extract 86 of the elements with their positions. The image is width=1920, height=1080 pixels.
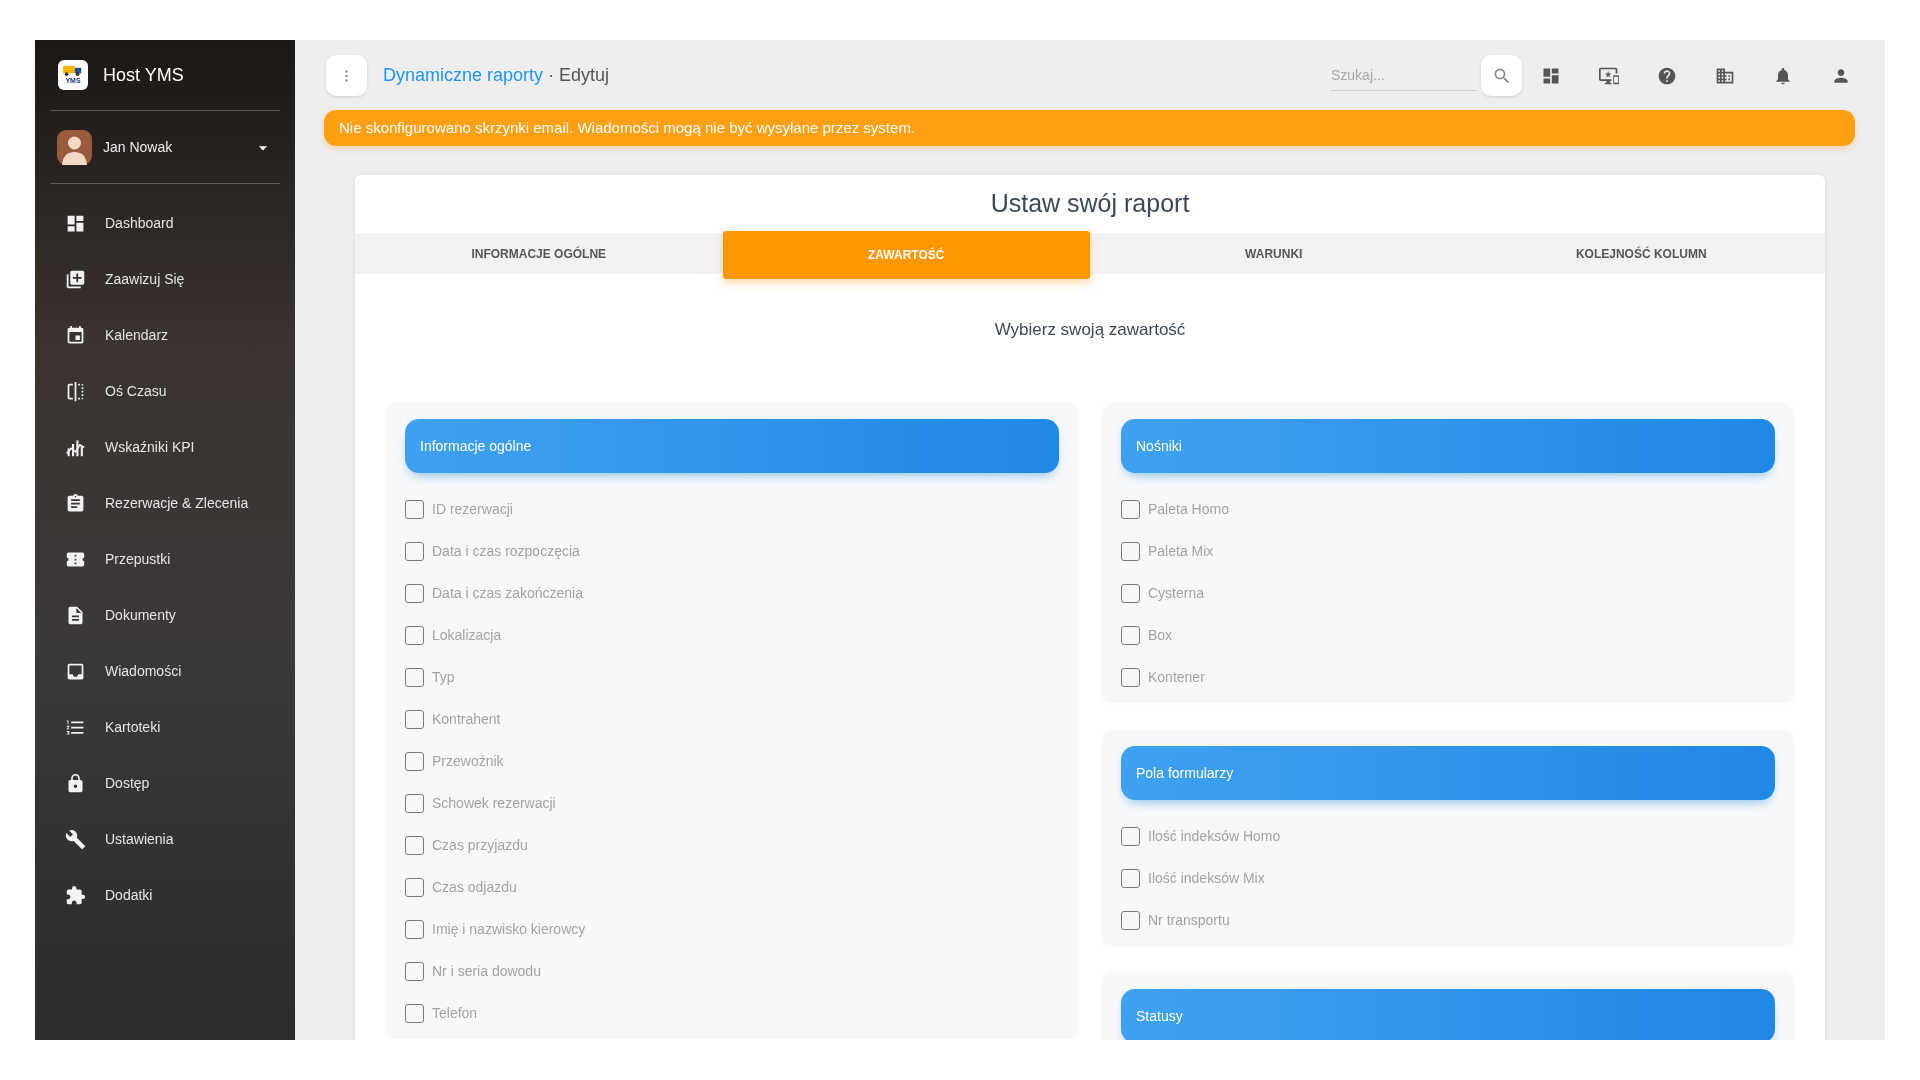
sidebar-item[interactable]: Rezerwacje & Zlecenia: [47, 475, 283, 531]
help-icon[interactable]: [1657, 65, 1677, 86]
wrench-icon: [65, 828, 86, 850]
sidebar-item[interactable]: Oś Czasu: [47, 363, 283, 419]
option-label[interactable]: Imię i nazwisko kierowcy: [432, 918, 586, 940]
checkbox[interactable]: [405, 961, 424, 981]
option-label[interactable]: Paleta Homo: [1148, 498, 1229, 520]
checkbox[interactable]: [1121, 541, 1140, 561]
sidebar-item[interactable]: Dodatki: [47, 867, 283, 923]
option-label[interactable]: Nr transportu: [1148, 909, 1230, 931]
group-header: Pola formularzy: [1121, 746, 1775, 800]
search-button[interactable]: [1481, 55, 1522, 96]
checkbox[interactable]: [405, 751, 424, 771]
group-header: Nośniki: [1121, 419, 1775, 473]
tab[interactable]: KOLEJNOŚĆ KOLUMN: [1457, 233, 1825, 274]
option-label[interactable]: Cysterna: [1148, 582, 1205, 604]
checkbox[interactable]: [405, 835, 424, 855]
sidebar-item[interactable]: Dashboard: [47, 195, 283, 251]
checkbox[interactable]: [405, 583, 424, 603]
app-title: Host YMS: [103, 63, 184, 87]
option-label[interactable]: ID rezerwacji: [432, 498, 513, 520]
checkbox[interactable]: [405, 499, 424, 519]
breadcrumb-link[interactable]: Dynamiczne raporty: [383, 62, 544, 89]
checkbox[interactable]: [1121, 868, 1140, 888]
breadcrumb-separator: ·: [548, 64, 555, 87]
sidebar-item[interactable]: Przepustki: [47, 531, 283, 587]
option-label[interactable]: Data i czas rozpoczęcia: [432, 540, 580, 562]
truck-icon: [63, 66, 83, 76]
group-header: Informacje ogólne: [405, 419, 1059, 473]
checkbox[interactable]: [405, 793, 424, 813]
tab[interactable]: INFORMACJE OGÓLNE: [355, 233, 723, 274]
option-label[interactable]: Czas odjazdu: [432, 876, 517, 898]
option-label[interactable]: Ilość indeksów Mix: [1148, 867, 1265, 889]
option-label[interactable]: Nr i seria dowodu: [432, 960, 541, 982]
checkbox[interactable]: [1121, 499, 1140, 519]
checkbox[interactable]: [405, 1003, 424, 1023]
checkbox[interactable]: [1121, 826, 1140, 846]
checkbox[interactable]: [405, 919, 424, 939]
option-label[interactable]: Kontrahent: [432, 708, 501, 730]
option-label[interactable]: Telefon: [432, 1002, 478, 1024]
option-label[interactable]: Czas przyjazdu: [432, 834, 528, 856]
sidebar-item[interactable]: Dostęp: [47, 755, 283, 811]
checkbox[interactable]: [1121, 625, 1140, 645]
more-icon: [345, 69, 348, 82]
checkbox[interactable]: [405, 625, 424, 645]
group-header: Statusy: [1121, 989, 1775, 1040]
sidebar-item[interactable]: Kartoteki: [47, 699, 283, 755]
checkbox[interactable]: [1121, 667, 1140, 687]
user-name[interactable]: Jan Nowak: [103, 137, 253, 158]
checkbox[interactable]: [1121, 910, 1140, 930]
checkbox[interactable]: [1121, 583, 1140, 603]
devices-icon[interactable]: [1599, 65, 1619, 86]
sidebar-item[interactable]: Wskaźniki KPI: [47, 419, 283, 475]
option-label[interactable]: Typ: [432, 666, 455, 688]
bell-icon[interactable]: [1773, 65, 1793, 86]
option-label[interactable]: Ilość indeksów Homo: [1148, 825, 1281, 847]
document-icon: [65, 604, 86, 626]
clipboard-icon: [65, 492, 86, 514]
avatar-icon: [57, 130, 92, 165]
search-field[interactable]: Szukaj...: [1331, 60, 1477, 91]
option-label[interactable]: Data i czas zakończenia: [432, 582, 583, 604]
sidebar-item[interactable]: Wiadomości: [47, 643, 283, 699]
sidebar-item[interactable]: Zaawizuj Się: [47, 251, 283, 307]
alert-banner: Nie skonfigurowano skrzynki email. Wiadomości mogą nie być wysyłane przez system.: [324, 110, 1855, 146]
card-title: Ustaw swój raport: [990, 188, 1190, 220]
tab[interactable]: ZAWARTOŚĆ: [722, 231, 1090, 279]
breadcrumb-current: Edytuj: [559, 64, 610, 87]
sidebar-item[interactable]: Ustawienia: [47, 811, 283, 867]
tab[interactable]: WARUNKI: [1090, 233, 1458, 274]
checkbox[interactable]: [405, 709, 424, 729]
sidebar-item[interactable]: Dokumenty: [47, 587, 283, 643]
option-label[interactable]: Przewoźnik: [432, 750, 504, 772]
section-subtitle: Wybierz swoją zawartość: [994, 319, 1186, 342]
option-label[interactable]: Box: [1148, 624, 1173, 646]
option-label[interactable]: Paleta Mix: [1148, 540, 1214, 562]
checkbox[interactable]: [405, 877, 424, 897]
puzzle-icon: [65, 884, 86, 906]
option-label[interactable]: Kontener: [1148, 666, 1205, 688]
split-view-icon: [65, 380, 86, 402]
checkbox[interactable]: [405, 541, 424, 561]
sidebar-item[interactable]: Kalendarz: [47, 307, 283, 363]
option-label[interactable]: Lokalizacja: [432, 624, 502, 646]
calendar-icon: [65, 324, 86, 346]
option-label[interactable]: Schowek rezerwacji: [432, 792, 556, 814]
checkbox[interactable]: [405, 667, 424, 687]
add-box-icon: [65, 268, 86, 290]
